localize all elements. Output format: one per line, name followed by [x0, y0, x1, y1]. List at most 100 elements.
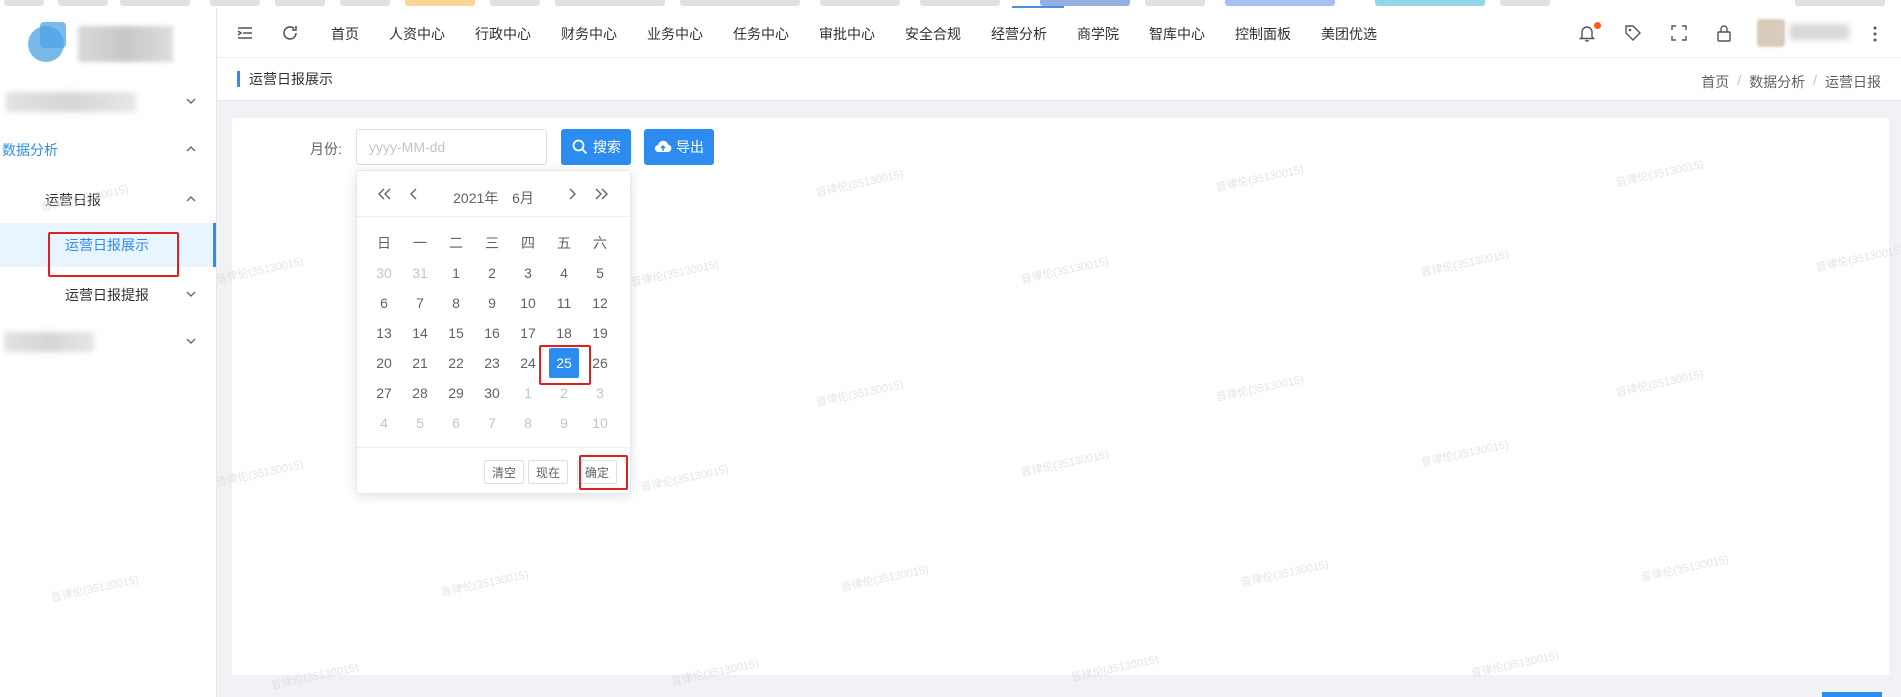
calendar-day[interactable]: 26 [585, 348, 615, 378]
lock-icon[interactable] [1714, 23, 1734, 43]
calendar-day[interactable]: 16 [477, 318, 507, 348]
calendar-day[interactable]: 1 [441, 258, 471, 288]
calendar-day[interactable]: 20 [369, 348, 399, 378]
calendar-day[interactable]: 30 [369, 258, 399, 288]
calendar-day[interactable]: 12 [585, 288, 615, 318]
weekday-header: 日 [377, 235, 391, 251]
top-navbar: 首页 人资中心 行政中心 财务中心 业务中心 任务中心 审批中心 安全合规 经营… [217, 8, 1901, 58]
calendar-day[interactable]: 9 [549, 408, 579, 438]
calendar-day[interactable]: 30 [477, 378, 507, 408]
username-blurred[interactable] [1789, 24, 1849, 40]
calendar-day[interactable]: 24 [513, 348, 543, 378]
breadcrumb-data-analysis[interactable]: 数据分析 [1749, 72, 1805, 92]
calendar-day[interactable]: 5 [405, 408, 435, 438]
calendar-day[interactable]: 31 [405, 258, 435, 288]
menu-fold-icon[interactable] [235, 23, 255, 43]
calendar-day-selected[interactable]: 25 [549, 348, 579, 378]
sidebar-item-blurred-2[interactable] [0, 320, 216, 364]
app-name-blurred [78, 26, 173, 62]
breadcrumb-home[interactable]: 首页 [1701, 72, 1729, 92]
calendar-day[interactable]: 4 [369, 408, 399, 438]
chevron-up-icon [186, 146, 196, 152]
export-button[interactable]: 导出 [644, 129, 714, 165]
calendar-day[interactable]: 28 [405, 378, 435, 408]
date-picker-title: 2021年 6月 [357, 188, 630, 208]
weekday-header: 三 [485, 235, 499, 251]
export-button-label: 导出 [676, 139, 704, 155]
calendar-day[interactable]: 10 [513, 288, 543, 318]
nav-hr-center[interactable]: 人资中心 [389, 24, 445, 44]
chevron-down-icon [186, 338, 196, 344]
nav-admin-center[interactable]: 行政中心 [475, 24, 531, 44]
scroll-top-button[interactable] [1822, 692, 1882, 697]
cloud-upload-icon [654, 140, 672, 153]
calendar-day[interactable]: 27 [369, 378, 399, 408]
calendar-day[interactable]: 21 [405, 348, 435, 378]
calendar-day[interactable]: 17 [513, 318, 543, 348]
calendar-day[interactable]: 18 [549, 318, 579, 348]
calendar-day[interactable]: 9 [477, 288, 507, 318]
weekday-header: 六 [593, 235, 607, 251]
nav-business-school[interactable]: 商学院 [1077, 24, 1119, 44]
calendar-day[interactable]: 2 [549, 378, 579, 408]
calendar-day[interactable]: 7 [477, 408, 507, 438]
calendar-day[interactable]: 7 [405, 288, 435, 318]
date-input[interactable]: yyyy-MM-dd [356, 129, 547, 165]
calendar-day[interactable]: 6 [441, 408, 471, 438]
nav-home[interactable]: 首页 [331, 24, 359, 44]
double-chevron-right-icon[interactable] [593, 185, 611, 203]
sidebar-item-ops-daily-submit[interactable]: 运营日报提报 [0, 273, 216, 317]
nav-business-center[interactable]: 业务中心 [647, 24, 703, 44]
nav-task-center[interactable]: 任务中心 [733, 24, 789, 44]
search-button[interactable]: 搜索 [561, 129, 631, 165]
calendar-day[interactable]: 13 [369, 318, 399, 348]
sidebar-item-ops-daily-display[interactable]: 运营日报展示 [0, 223, 216, 267]
calendar-day[interactable]: 2 [477, 258, 507, 288]
avatar[interactable] [1757, 19, 1785, 47]
nav-security-compliance[interactable]: 安全合规 [905, 24, 961, 44]
calendar-day[interactable]: 8 [441, 288, 471, 318]
calendar-day[interactable]: 22 [441, 348, 471, 378]
sidebar-item-data-analysis[interactable]: 数据分析 [0, 128, 216, 172]
weekday-header: 二 [449, 235, 463, 251]
calendar-day[interactable]: 8 [513, 408, 543, 438]
calendar-day[interactable]: 5 [585, 258, 615, 288]
clear-button[interactable]: 清空 [484, 460, 524, 484]
breadcrumb-separator: / [1737, 72, 1742, 88]
confirm-button[interactable]: 确定 [577, 460, 617, 484]
breadcrumb-current: 运营日报 [1825, 74, 1881, 90]
calendar-day[interactable]: 11 [549, 288, 579, 318]
fullscreen-icon[interactable] [1669, 23, 1689, 43]
calendar-day[interactable]: 3 [585, 378, 615, 408]
nav-finance-center[interactable]: 财务中心 [561, 24, 617, 44]
date-input-placeholder: yyyy-MM-dd [369, 139, 446, 155]
year-label[interactable]: 2021年 [453, 190, 498, 206]
calendar-day[interactable]: 15 [441, 318, 471, 348]
tag-icon[interactable] [1623, 23, 1643, 43]
calendar-day[interactable]: 10 [585, 408, 615, 438]
calendar-day[interactable]: 6 [369, 288, 399, 318]
nav-think-tank[interactable]: 智库中心 [1149, 24, 1205, 44]
chevron-right-icon[interactable] [563, 185, 581, 203]
calendar-day[interactable]: 3 [513, 258, 543, 288]
calendar-day[interactable]: 19 [585, 318, 615, 348]
nav-business-analysis[interactable]: 经营分析 [991, 24, 1047, 44]
calendar-day[interactable]: 23 [477, 348, 507, 378]
calendar-day[interactable]: 29 [441, 378, 471, 408]
nav-approval-center[interactable]: 审批中心 [819, 24, 875, 44]
month-label[interactable]: 6月 [512, 190, 534, 206]
sidebar-item-blurred-1[interactable] [0, 80, 216, 124]
nav-control-panel[interactable]: 控制面板 [1235, 24, 1291, 44]
calendar-day[interactable]: 14 [405, 318, 435, 348]
sidebar-item-ops-daily[interactable]: 运营日报 [0, 178, 216, 222]
more-vertical-icon[interactable] [1872, 24, 1878, 44]
calendar-day[interactable]: 1 [513, 378, 543, 408]
sidebar-item-label: 运营日报展示 [65, 237, 149, 253]
now-button[interactable]: 现在 [528, 460, 568, 484]
search-button-label: 搜索 [593, 139, 621, 155]
page-title: 运营日报展示 [237, 71, 333, 87]
calendar-day[interactable]: 4 [549, 258, 579, 288]
nav-meituan-select[interactable]: 美团优选 [1321, 24, 1377, 44]
refresh-icon[interactable] [280, 23, 300, 43]
month-label: 月份: [310, 141, 342, 157]
